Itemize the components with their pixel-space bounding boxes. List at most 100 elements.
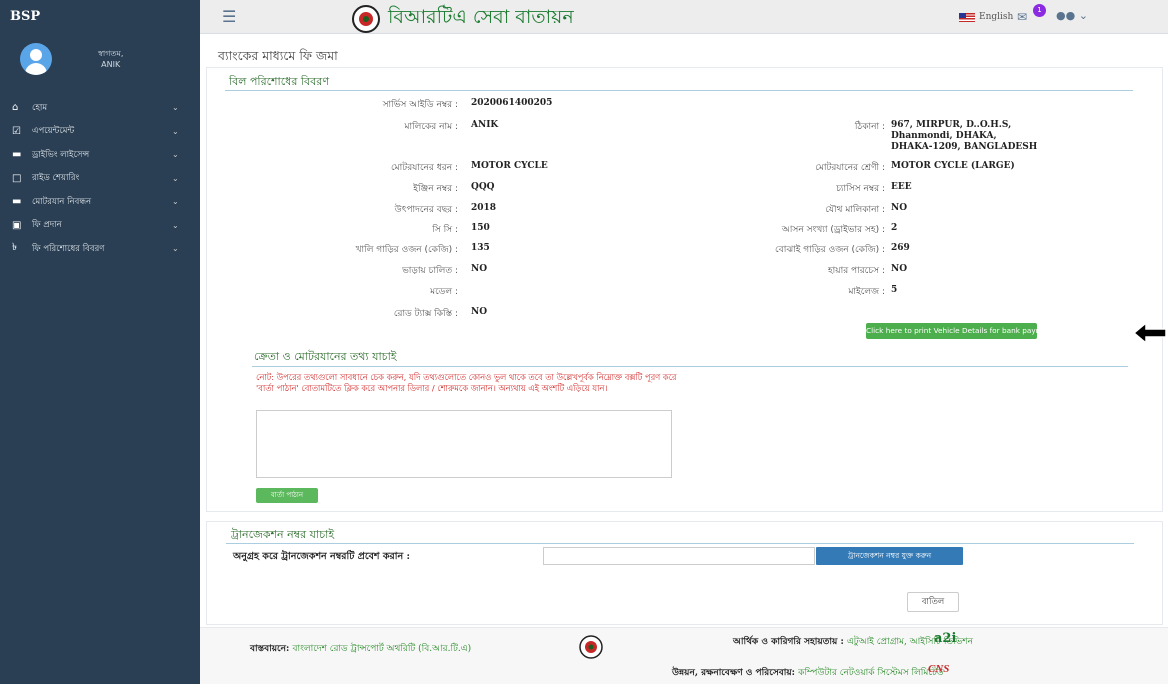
hire-value: NO: [471, 264, 488, 274]
service-id-value: 2020061400205: [471, 98, 553, 108]
a2i-logo: a2i: [934, 631, 957, 646]
joint-ownership-value: NO: [891, 203, 908, 213]
page-title: ব্যাংকের মাধ্যমে ফি জমা: [218, 48, 338, 63]
user-menu-icon[interactable]: ●● ⌄: [1056, 9, 1088, 22]
sidebar-item-appointment[interactable]: ☑ এপয়েন্টমেন্ট ⌄: [0, 120, 200, 144]
brta-emblem-icon: [579, 635, 603, 659]
sidebar-item-payment-details[interactable]: ৳ ফি পরিশোধের বিবরণ ⌄: [0, 237, 200, 261]
section-divider: [252, 366, 1128, 367]
footer-implementation: বাস্তবায়নে: বাংলাদেশ রোড ট্রান্সপোর্ট অ…: [250, 644, 472, 654]
address-line-2: Dhanmondi, DHAKA,: [891, 131, 997, 141]
road-tax-label: রোড ট্যাক্স কিস্তি :: [393, 309, 458, 319]
laden-weight-label: বোঝাই গাড়ির ওজন (কেজি) :: [775, 245, 885, 255]
seats-label: আসন সংখ্যা (ড্রাইভার সহ) :: [781, 225, 885, 235]
service-id-label: সার্ভিস আইডি নম্বর :: [382, 100, 458, 110]
joint-ownership-label: যৌথ মালিকানা :: [825, 205, 885, 215]
brta-emblem-icon: [352, 5, 380, 33]
sidebar-item-ride-sharing[interactable]: □ রাইড শেয়ারিং ⌄: [0, 167, 200, 191]
transaction-prompt: অনুগ্রহ করে ট্রানজেকশন নম্বরটি প্রবেশ কর…: [233, 551, 410, 562]
hamburger-menu-icon[interactable]: ☰: [222, 7, 236, 26]
chevron-down-icon: ⌄: [172, 150, 179, 160]
home-icon: ⌂: [12, 102, 19, 114]
model-label: মডেল :: [430, 287, 458, 297]
top-bar: ☰ বিআরটিএ সেবা বাতায়ন English ✉ 1 ●● ⌄: [200, 0, 1168, 34]
seats-value: 2: [891, 223, 898, 233]
chevron-down-icon: ⌄: [172, 197, 179, 207]
sidebar-item-driving-license[interactable]: ▬ ড্রাইভিং লাইসেন্স ⌄: [0, 143, 200, 167]
site-header: বিআরটিএ সেবা বাতায়ন: [352, 3, 574, 35]
mileage-label: মাইলেজ :: [848, 287, 885, 297]
site-title: বিআরটিএ সেবা বাতায়ন: [388, 6, 574, 28]
vehicle-class-value: MOTOR CYCLE (LARGE): [891, 161, 1015, 171]
transaction-number-input[interactable]: [543, 547, 815, 565]
manufacture-year-label: উৎপাদনের বছর :: [394, 205, 458, 215]
laden-weight-value: 269: [891, 243, 910, 253]
hire-purchase-value: NO: [891, 264, 908, 274]
vehicle-class-label: মোটরযানের শ্রেণী :: [815, 163, 885, 173]
sidebar-item-label: রাইড শেয়ারিং: [32, 173, 80, 184]
hire-label: ভাড়ায় চালিত :: [402, 266, 458, 276]
print-vehicle-details-button[interactable]: Click here to print Vehicle Details for …: [866, 323, 1037, 339]
chassis-no-label: চ্যাসিস নম্বর :: [836, 184, 885, 194]
road-tax-value: NO: [471, 307, 488, 317]
sidebar-item-label: ফি প্রদান: [32, 220, 62, 231]
profile-name: ANIK: [101, 60, 121, 69]
address-line-1: 967, MIRPUR, D..O.H.S,: [891, 120, 1012, 130]
payment-details-icon: ৳: [12, 242, 17, 254]
footer-developer: উন্নয়ন, রক্ষনাবেক্ষণ ও পরিসেবায়: কম্পি…: [672, 668, 944, 678]
chevron-down-icon: ⌄: [172, 244, 179, 254]
transaction-panel: [206, 521, 1163, 625]
car-icon: ▬: [12, 149, 22, 161]
message-textarea[interactable]: [256, 410, 672, 478]
sidebar-item-label: হোম: [32, 102, 48, 113]
cns-logo: CNS: [928, 663, 950, 675]
hire-purchase-label: হায়ার পারচেস :: [827, 266, 885, 276]
send-message-button[interactable]: বার্তা পাঠান: [256, 488, 318, 503]
sidebar-menu: ⌂ হোম ⌄ ☑ এপয়েন্টমেন্ট ⌄ ▬ ড্রাইভিং লাইসেন্স…: [0, 96, 200, 261]
sidebar-item-label: মোটরযান নিবন্ধন: [32, 196, 92, 207]
section-divider: [225, 90, 1133, 91]
engine-no-label: ইঞ্জিন নম্বর :: [413, 184, 458, 194]
vehicle-icon: ▬: [12, 196, 22, 208]
warning-note: নোট: উপরের তথ্যগুলো সাবধানে চেক করুন, যদ…: [256, 372, 677, 393]
profile-greeting: স্বাগতম,: [98, 49, 124, 58]
mileage-value: 5: [891, 285, 898, 295]
unladen-weight-label: খালি গাড়ির ওজন (কেজি) :: [355, 245, 458, 255]
address-line-3: DHAKA-1209, BANGLADESH: [891, 142, 1038, 152]
appointment-icon: ☑: [12, 125, 21, 137]
manufacture-year-value: 2018: [471, 203, 497, 213]
footer-implementation-link[interactable]: বাংলাদেশ রোড ট্রান্সপোর্ট অথরিটি (বি.আর.…: [292, 644, 471, 654]
fee-icon: ▣: [12, 219, 22, 231]
notification-badge: 1: [1033, 4, 1046, 17]
sidebar-item-home[interactable]: ⌂ হোম ⌄: [0, 96, 200, 120]
language-label: English: [979, 12, 1014, 22]
chassis-no-value: EEE: [891, 182, 912, 192]
sidebar-item-label: ফি পরিশোধের বিবরণ: [32, 243, 105, 254]
chevron-down-icon: ⌄: [172, 103, 179, 113]
envelope-icon[interactable]: ✉: [1017, 10, 1027, 24]
sidebar: BSP স্বাগতম, ANIK ⌂ হোম ⌄ ☑ এপয়েন্টমেন্ট ⌄ …: [0, 0, 200, 684]
sidebar-item-vehicle-registration[interactable]: ▬ মোটরযান নিবন্ধন ⌄: [0, 190, 200, 214]
flag-icon: [959, 12, 975, 22]
ride-share-icon: □: [12, 172, 22, 184]
cc-label: সি সি :: [432, 225, 458, 235]
unladen-weight-value: 135: [471, 243, 490, 253]
owner-name-value: ANIK: [471, 120, 499, 130]
vehicle-type-label: মোটরযানের ধরন :: [391, 163, 458, 173]
sidebar-item-fee-payment[interactable]: ▣ ফি প্রদান ⌄: [0, 214, 200, 238]
language-switch[interactable]: English: [959, 12, 1013, 22]
address-label: ঠিকানা :: [854, 122, 885, 132]
user-profile: স্বাগতম, ANIK: [0, 34, 200, 84]
chevron-down-icon: ⌄: [172, 126, 179, 136]
avatar-icon: [20, 43, 52, 75]
chevron-down-icon: ⌄: [172, 220, 179, 230]
verify-section-title: ক্রেতা ও মোটরযানের তথ্য যাচাই: [254, 350, 397, 363]
sidebar-item-label: ড্রাইভিং লাইসেন্স: [32, 149, 90, 160]
arrow-left-icon: [1132, 321, 1167, 345]
brand-logo[interactable]: BSP: [0, 0, 200, 34]
vehicle-type-value: MOTOR CYCLE: [471, 161, 548, 171]
add-transaction-button[interactable]: ট্রানজেকশন নম্বর যুক্ত করুন: [816, 547, 963, 565]
cc-value: 150: [471, 223, 490, 233]
cancel-button[interactable]: বাতিল: [907, 592, 959, 612]
footer-developer-link[interactable]: কম্পিউটার নেটওয়ার্ক সিস্টেমস লিমিটেড: [798, 668, 943, 678]
